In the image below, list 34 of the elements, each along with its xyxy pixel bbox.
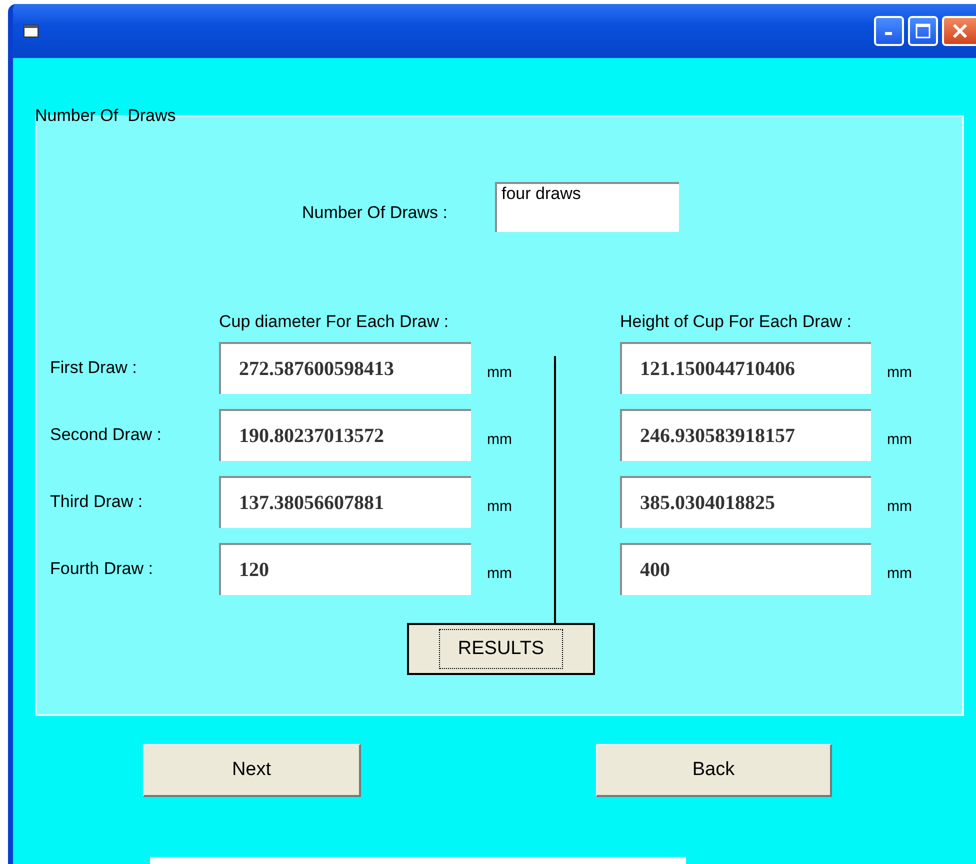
- input-field[interactable]: 120: [219, 543, 471, 595]
- unit-label: mm: [886, 364, 913, 380]
- unit-label: mm: [886, 564, 913, 582]
- group-title: Number Of Draws: [35, 106, 176, 126]
- input-field[interactable]: 246.930583918157: [620, 409, 871, 461]
- unit-label: mm: [886, 498, 913, 514]
- row-label: Fourth Draw :: [50, 559, 154, 579]
- unit-label: mm: [486, 564, 513, 582]
- column-heading: Height of Cup For Each Draw :: [620, 312, 852, 332]
- input-field[interactable]: 385.0304018825: [620, 476, 871, 528]
- close-button[interactable]: [942, 16, 976, 46]
- input-field[interactable]: 400: [620, 543, 871, 595]
- unit-label: mm: [486, 364, 513, 380]
- close-icon: [951, 22, 969, 40]
- maximize-button[interactable]: [908, 16, 938, 46]
- unit-label: mm: [486, 498, 513, 514]
- input-field[interactable]: 272.587600598413: [219, 342, 471, 394]
- input-field[interactable]: four draws: [495, 182, 680, 232]
- unit-label: mm: [486, 430, 513, 448]
- input-field[interactable]: 121.150044710406: [620, 342, 871, 394]
- window-icon: [23, 24, 39, 38]
- back-button[interactable]: Back: [596, 744, 832, 797]
- column-heading: Cup diameter For Each Draw :: [219, 312, 450, 332]
- input-field[interactable]: 190.80237013572: [219, 409, 471, 461]
- row-label: Third Draw :: [50, 492, 144, 512]
- next-button[interactable]: Next: [143, 744, 361, 797]
- unit-label: mm: [886, 430, 913, 448]
- minimize-button[interactable]: [874, 16, 904, 46]
- row-label: Second Draw :: [50, 425, 162, 445]
- row-label: First Draw :: [50, 358, 138, 378]
- maximize-icon: [915, 23, 931, 39]
- field-label: Number Of Draws :: [302, 203, 448, 223]
- input-field[interactable]: 137.38056607881: [219, 476, 471, 528]
- results-button[interactable]: RESULTS: [407, 623, 595, 675]
